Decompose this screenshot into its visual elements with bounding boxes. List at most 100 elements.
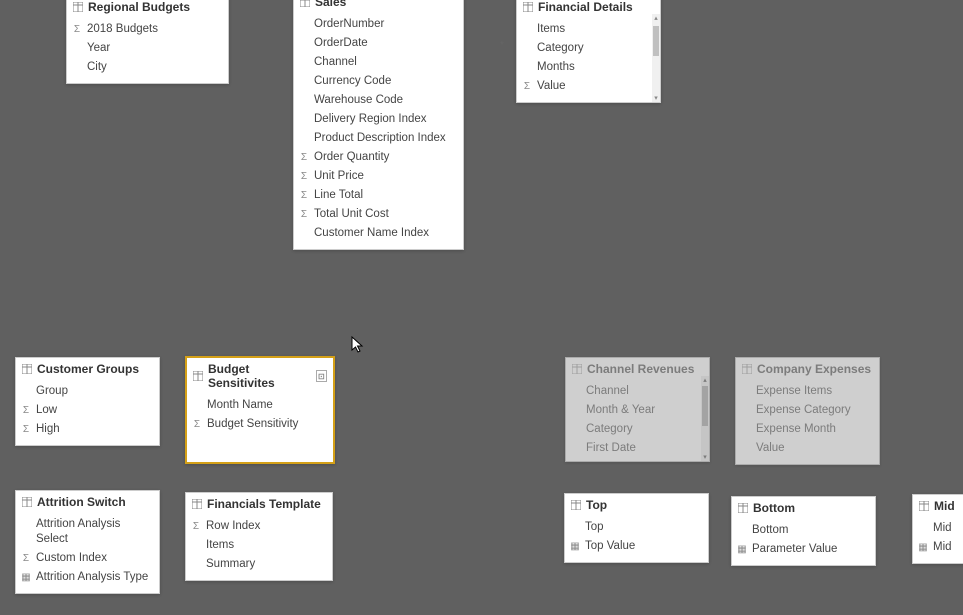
scrollbar[interactable]: ▴ ▾: [701, 376, 709, 461]
relation-marker: *: [500, 40, 504, 51]
field-row[interactable]: Top: [565, 518, 708, 537]
field-row[interactable]: Items: [517, 20, 652, 39]
table-icon: [742, 364, 752, 374]
scrollbar[interactable]: ▴ ▾: [652, 14, 660, 102]
field-row[interactable]: ΣRow Index: [186, 517, 332, 536]
table-icon: [919, 501, 929, 511]
table-regional-budgets[interactable]: Regional Budgets Σ2018 BudgetsYearCity: [66, 0, 229, 84]
field-row[interactable]: Month & Year: [566, 401, 701, 420]
field-label: Mid: [933, 540, 952, 555]
sigma-icon: Σ: [521, 82, 533, 92]
field-row[interactable]: ΣValue: [517, 77, 652, 96]
table-header[interactable]: Sales: [294, 0, 463, 13]
table-sales[interactable]: Sales OrderNumberOrderDateChannelCurrenc…: [293, 0, 464, 250]
field-row[interactable]: City: [67, 58, 228, 77]
field-label: 2018 Budgets: [87, 22, 158, 37]
table-channel-revenues[interactable]: Channel Revenues ChannelMonth & YearCate…: [565, 357, 710, 462]
table-header[interactable]: Top: [565, 494, 708, 516]
field-row[interactable]: Channel: [566, 382, 701, 401]
field-row[interactable]: Value: [736, 439, 879, 458]
field-label: Row Index: [206, 519, 260, 534]
sigma-icon: Σ: [298, 153, 310, 163]
cursor-icon: [351, 336, 365, 354]
field-row[interactable]: Product Description Index: [294, 129, 463, 148]
field-row[interactable]: Σ2018 Budgets: [67, 20, 228, 39]
field-row[interactable]: OrderNumber: [294, 15, 463, 34]
table-icon: [571, 500, 581, 510]
field-row[interactable]: Expense Items: [736, 382, 879, 401]
field-label: Mid: [933, 521, 952, 536]
field-row[interactable]: Month Name: [187, 396, 333, 415]
field-row[interactable]: ΣBudget Sensitivity: [187, 415, 333, 434]
table-header[interactable]: Channel Revenues: [566, 358, 709, 380]
collapse-icon[interactable]: ⊡: [316, 370, 327, 382]
table-title: Mid: [934, 499, 955, 513]
table-header[interactable]: Financials Template: [186, 493, 332, 515]
table-title: Regional Budgets: [88, 0, 190, 14]
field-label: Bottom: [752, 523, 788, 538]
field-label: Items: [537, 22, 565, 37]
field-label: Product Description Index: [314, 131, 446, 146]
field-row[interactable]: Group: [16, 382, 159, 401]
table-financial-details[interactable]: Financial Details Items CategoryMonthsΣVa…: [516, 0, 661, 103]
field-label: Items: [206, 538, 234, 553]
table-header[interactable]: Financial Details: [517, 0, 660, 18]
field-row[interactable]: Σ Order Quantity: [294, 148, 463, 167]
field-label: Value: [756, 441, 785, 456]
table-bottom[interactable]: Bottom Bottom ▦Parameter Value: [731, 496, 876, 566]
table-header[interactable]: Mid: [913, 495, 963, 517]
field-row[interactable]: ▦Attrition Analysis Type: [16, 568, 159, 587]
field-row[interactable]: ▦Mid: [913, 538, 963, 557]
table-header[interactable]: Bottom: [732, 497, 875, 519]
table-header[interactable]: Customer Groups: [16, 358, 159, 380]
table-mid[interactable]: Mid Mid▦Mid: [912, 494, 963, 564]
field-row[interactable]: ΣTotal Unit Cost: [294, 205, 463, 224]
field-row[interactable]: Expense Category: [736, 401, 879, 420]
field-row[interactable]: OrderDate: [294, 34, 463, 53]
field-row[interactable]: Category: [517, 39, 652, 58]
field-row[interactable]: Months: [517, 58, 652, 77]
field-label: Summary: [206, 557, 255, 572]
field-row[interactable]: ΣLine Total: [294, 186, 463, 205]
field-row[interactable]: ΣHigh: [16, 420, 159, 439]
table-header[interactable]: Regional Budgets: [67, 0, 228, 18]
field-row[interactable]: Attrition Analysis Select: [16, 515, 159, 549]
field-label: Unit Price: [314, 169, 364, 184]
table-top[interactable]: Top Top ▦Top Value: [564, 493, 709, 563]
field-row[interactable]: Channel: [294, 53, 463, 72]
field-row[interactable]: ▦Top Value: [565, 537, 708, 556]
field-row[interactable]: Category: [566, 420, 701, 439]
scroll-thumb[interactable]: [702, 386, 708, 426]
table-header[interactable]: Company Expenses: [736, 358, 879, 380]
field-row[interactable]: Bottom: [732, 521, 875, 540]
field-row[interactable]: Warehouse Code: [294, 91, 463, 110]
field-row[interactable]: ▦Parameter Value: [732, 540, 875, 559]
table-header[interactable]: Attrition Switch: [16, 491, 159, 513]
field-row[interactable]: Currency Code: [294, 72, 463, 91]
field-row[interactable]: Delivery Region Index: [294, 110, 463, 129]
field-row[interactable]: Year: [67, 39, 228, 58]
table-icon: [300, 0, 310, 7]
scroll-thumb[interactable]: [653, 26, 659, 56]
field-row[interactable]: ΣLow: [16, 401, 159, 420]
table-company-expenses[interactable]: Company Expenses Expense ItemsExpense Ca…: [735, 357, 880, 465]
field-row[interactable]: Summary: [186, 555, 332, 574]
field-label: Budget Sensitivity: [207, 417, 298, 432]
field-row[interactable]: First Date: [566, 439, 701, 458]
field-row[interactable]: Expense Month: [736, 420, 879, 439]
table-budget-sensitivities[interactable]: Budget Sensitivites ⊡ Month NameΣBudget …: [185, 356, 335, 464]
table-customer-groups[interactable]: Customer Groups GroupΣLowΣHigh: [15, 357, 160, 446]
field-label: Top: [585, 520, 604, 535]
field-label: Order Quantity: [314, 150, 389, 165]
field-row[interactable]: Mid: [913, 519, 963, 538]
field-row[interactable]: ΣCustom Index: [16, 549, 159, 568]
table-financials-template[interactable]: Financials Template ΣRow Index Items Summa…: [185, 492, 333, 581]
table-title: Customer Groups: [37, 362, 139, 376]
table-attrition-switch[interactable]: Attrition Switch Attrition Analysis Sele…: [15, 490, 160, 594]
field-row[interactable]: Items: [186, 536, 332, 555]
field-row[interactable]: Customer Name Index: [294, 224, 463, 243]
table-icon: [738, 503, 748, 513]
table-header[interactable]: Budget Sensitivites ⊡: [187, 358, 333, 394]
sigma-icon: Σ: [20, 406, 32, 416]
field-row[interactable]: ΣUnit Price: [294, 167, 463, 186]
